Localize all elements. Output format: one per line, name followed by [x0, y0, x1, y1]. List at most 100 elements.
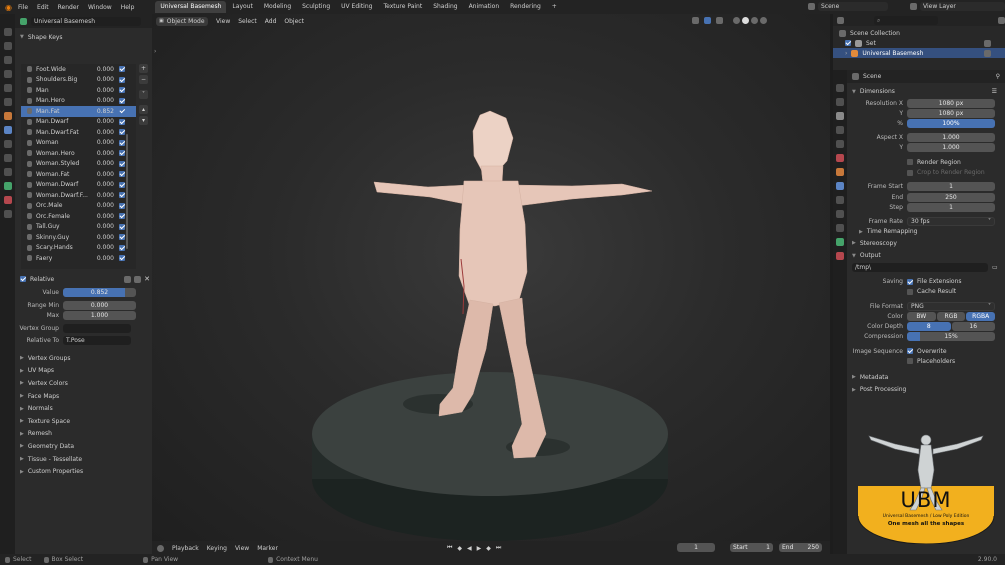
- constraints-tab-icon[interactable]: [3, 168, 12, 176]
- frame-end-field[interactable]: 250: [907, 192, 995, 202]
- resolution-y-field[interactable]: 1080 px: [907, 108, 995, 118]
- stereoscopy-header[interactable]: ▶ Stereoscopy: [847, 237, 1005, 250]
- add-workspace-button[interactable]: +: [547, 1, 562, 13]
- tab-animation[interactable]: Animation: [464, 1, 505, 13]
- frame-rate-select[interactable]: 30 fps ˅: [907, 217, 995, 227]
- shape-key-row[interactable]: Orc.Male 0.000: [21, 201, 136, 212]
- render-tab-icon[interactable]: [836, 98, 844, 106]
- tab-shading[interactable]: Shading: [428, 1, 462, 13]
- color-mode-option[interactable]: RGB: [936, 312, 966, 321]
- data-tab-icon[interactable]: [3, 182, 12, 190]
- shape-key-mute-checkbox[interactable]: [119, 192, 125, 199]
- shape-key-value[interactable]: 0.000: [90, 160, 114, 167]
- visibility-eye-icon[interactable]: [984, 39, 991, 47]
- physics-tab-icon[interactable]: [836, 210, 844, 218]
- shape-key-row[interactable]: Skinny.Guy 0.000: [21, 232, 136, 243]
- outliner-type-icon[interactable]: [837, 16, 844, 24]
- shape-key-row[interactable]: Shoulders.Big 0.000: [21, 75, 136, 86]
- collapsed-section-header[interactable]: ▶ Geometry Data: [20, 440, 150, 453]
- collapsed-section-header[interactable]: ▶ Vertex Groups: [20, 352, 150, 365]
- shape-key-mute-checkbox[interactable]: [119, 129, 125, 136]
- shape-key-value[interactable]: 0.000: [90, 244, 114, 251]
- shape-key-value[interactable]: 0.000: [90, 129, 114, 136]
- collapsed-section-header[interactable]: ▶ Texture Space: [20, 415, 150, 428]
- metadata-header[interactable]: ▶ Metadata: [847, 371, 1005, 384]
- shape-key-row[interactable]: Orc.Female 0.000: [21, 211, 136, 222]
- view-layer-selector[interactable]: View Layer: [920, 2, 1005, 11]
- add-shape-key-button[interactable]: +: [139, 64, 148, 73]
- menu-render[interactable]: Render: [58, 4, 79, 11]
- menu-edit[interactable]: Edit: [37, 4, 49, 11]
- jump-end-icon[interactable]: ⏭: [496, 544, 501, 552]
- shape-key-mute-checkbox[interactable]: [119, 76, 125, 83]
- physics-tab-icon[interactable]: [3, 154, 12, 162]
- outliner-item-set[interactable]: Set: [866, 40, 876, 47]
- aspect-x-field[interactable]: 1.000: [907, 133, 995, 143]
- shape-key-mute-checkbox[interactable]: [119, 213, 125, 220]
- render-tab-icon[interactable]: [3, 42, 12, 50]
- shape-key-mute-checkbox[interactable]: [119, 160, 125, 167]
- pin-icon[interactable]: ⚲: [996, 73, 1000, 80]
- tool-tab-icon[interactable]: [836, 84, 844, 92]
- tab-layout[interactable]: Layout: [227, 1, 257, 13]
- folder-icon[interactable]: ▭: [992, 264, 998, 271]
- file-extensions-checkbox[interactable]: [907, 278, 913, 285]
- object-name-field[interactable]: Universal Basemesh: [31, 16, 141, 26]
- menu-help[interactable]: Help: [121, 4, 135, 11]
- collapsed-section-header[interactable]: ▶ UV Maps: [20, 365, 150, 378]
- new-from-mix-icon[interactable]: [134, 275, 142, 283]
- timeline-menu-marker[interactable]: Marker: [257, 545, 278, 552]
- shape-key-value[interactable]: 0.000: [90, 213, 114, 220]
- shape-key-value[interactable]: 0.000: [90, 181, 114, 188]
- shape-key-value[interactable]: 0.000: [90, 255, 114, 262]
- shape-key-mute-checkbox[interactable]: [119, 181, 125, 188]
- object-tab-icon[interactable]: [3, 112, 12, 120]
- modifier-tab-icon[interactable]: [836, 182, 844, 190]
- jump-start-icon[interactable]: ⏮: [447, 544, 452, 552]
- shape-key-mute-checkbox[interactable]: [119, 202, 125, 209]
- shape-key-row[interactable]: Man 0.000: [21, 85, 136, 96]
- color-mode-option[interactable]: BW: [907, 312, 936, 321]
- shape-key-value[interactable]: 0.000: [90, 139, 114, 146]
- shape-key-row[interactable]: Woman.Hero 0.000: [21, 148, 136, 159]
- shape-key-row[interactable]: Woman.Fat 0.000: [21, 169, 136, 180]
- world-tab-icon[interactable]: [836, 154, 844, 162]
- percent-field[interactable]: 100%: [907, 118, 995, 128]
- tab-sculpting[interactable]: Sculpting: [297, 1, 335, 13]
- compression-slider[interactable]: 15%: [907, 332, 995, 342]
- material-tab-icon[interactable]: [836, 252, 844, 260]
- shape-key-value[interactable]: 0.000: [90, 66, 114, 73]
- shape-key-row[interactable]: Woman.Dwarf.F... 0.000: [21, 190, 136, 201]
- visibility-eye-icon[interactable]: [984, 49, 991, 57]
- editor-type-icon[interactable]: [157, 544, 164, 552]
- dimensions-header[interactable]: ▼ Dimensions ☰: [847, 85, 1005, 98]
- menu-window[interactable]: Window: [88, 4, 112, 11]
- range-min-field[interactable]: 0.000: [63, 301, 136, 310]
- particles-tab-icon[interactable]: [3, 140, 12, 148]
- scene-tab-icon[interactable]: [3, 84, 12, 92]
- resolution-x-field[interactable]: 1080 px: [907, 98, 995, 108]
- shape-key-mute-checkbox[interactable]: [119, 97, 125, 104]
- shape-key-value[interactable]: 0.000: [90, 234, 114, 241]
- shape-key-mute-checkbox[interactable]: [119, 255, 125, 262]
- shape-key-mute-checkbox[interactable]: [119, 118, 125, 125]
- outliner-item-universal-basemesh[interactable]: Universal Basemesh: [862, 50, 923, 57]
- shape-key-row[interactable]: Scary.Hands 0.000: [21, 243, 136, 254]
- shape-key-row[interactable]: Woman 0.000: [21, 138, 136, 149]
- blender-logo-icon[interactable]: ◉: [5, 3, 12, 12]
- remove-shape-key-button[interactable]: −: [139, 75, 148, 84]
- collapsed-section-header[interactable]: ▶ Face Maps: [20, 390, 150, 403]
- crop-region-checkbox[interactable]: [907, 169, 913, 176]
- tab-modeling[interactable]: Modeling: [259, 1, 296, 13]
- frame-step-field[interactable]: 1: [907, 202, 995, 212]
- timeline-menu-view[interactable]: View: [235, 545, 249, 552]
- shape-key-mute-checkbox[interactable]: [119, 66, 125, 73]
- shape-key-row[interactable]: Tall.Guy 0.000: [21, 222, 136, 233]
- shape-key-mute-checkbox[interactable]: [119, 150, 125, 157]
- clear-weights-icon[interactable]: [124, 275, 132, 283]
- shape-key-value[interactable]: 0.852: [90, 108, 114, 115]
- modifier-tab-icon[interactable]: [3, 126, 12, 134]
- menu-file[interactable]: File: [18, 4, 28, 11]
- shape-key-value[interactable]: 0.000: [90, 171, 114, 178]
- tab-texture-paint[interactable]: Texture Paint: [378, 1, 427, 13]
